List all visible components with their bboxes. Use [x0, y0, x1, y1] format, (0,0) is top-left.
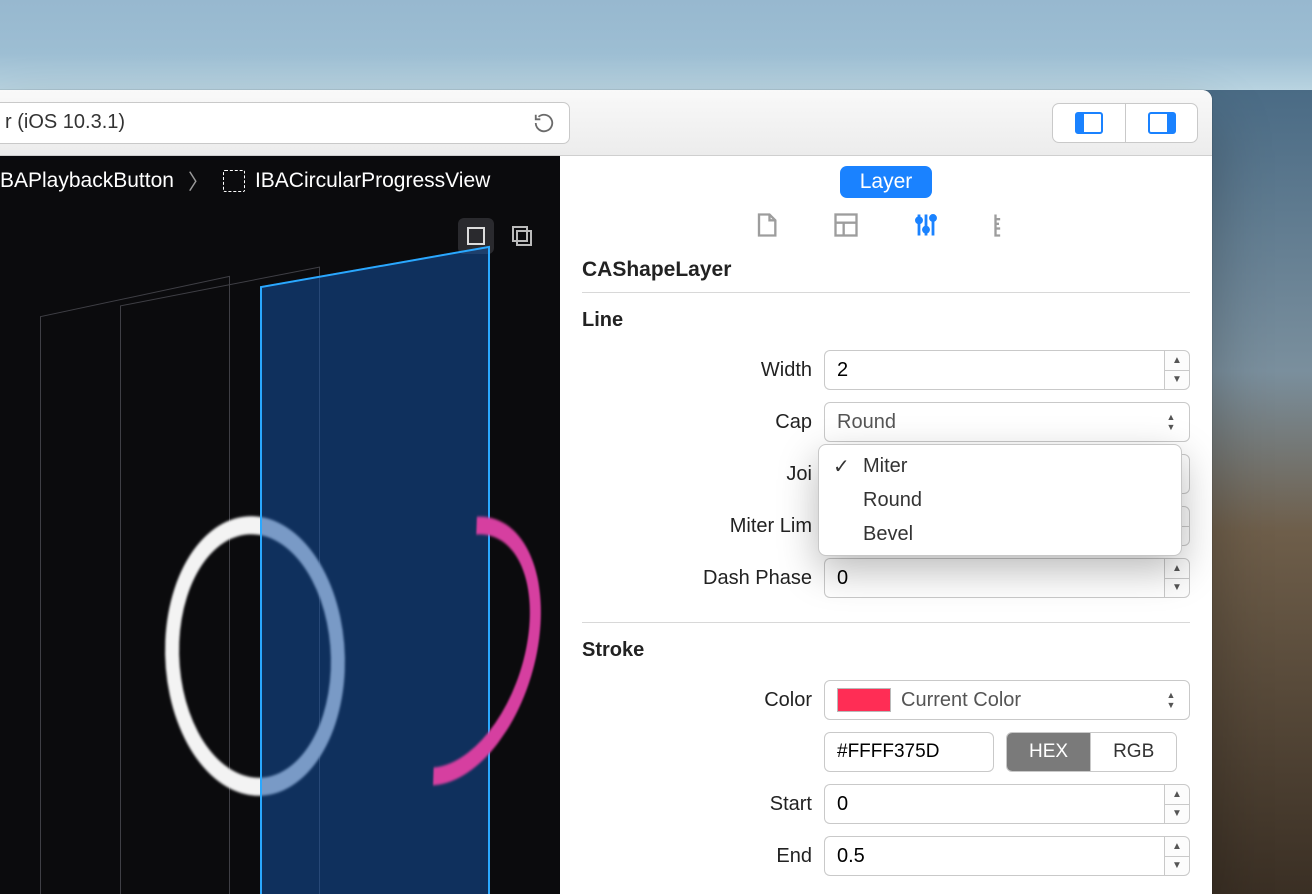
breadcrumb-label: BAPlaybackButton: [0, 169, 174, 193]
reload-icon[interactable]: [533, 112, 555, 134]
option-label: Bevel: [863, 523, 913, 546]
toolbar: r (iOS 10.3.1): [0, 90, 1212, 156]
width-stepper[interactable]: ▲▼: [1164, 350, 1190, 390]
run-destination-text: r (iOS 10.3.1): [5, 111, 125, 134]
breadcrumb-item[interactable]: BAPlaybackButton: [0, 169, 174, 193]
color-label: Color: [582, 689, 812, 712]
start-input[interactable]: [824, 784, 1164, 824]
breadcrumb: BAPlaybackButton 〉 IBACircularProgressVi…: [0, 156, 560, 206]
end-input[interactable]: [824, 836, 1164, 876]
join-option-miter[interactable]: ✓ Miter: [819, 449, 1181, 483]
join-label: Joi: [582, 463, 812, 486]
dash-phase-label: Dash Phase: [582, 567, 812, 590]
panel-toggle-group: [1052, 103, 1198, 143]
toggle-left-panel-button[interactable]: [1053, 104, 1125, 142]
stroke-heading: Stroke: [560, 637, 1212, 674]
breadcrumb-label: IBACircularProgressView: [255, 169, 490, 193]
color-name: Current Color: [901, 689, 1021, 712]
run-destination-field[interactable]: r (iOS 10.3.1): [0, 102, 570, 144]
cap-select[interactable]: Round ▲▼: [824, 402, 1190, 442]
inspector-panel: Layer CAShapeLayer Line W: [560, 156, 1212, 894]
option-label: Miter: [863, 455, 907, 478]
chevron-right-icon: 〉: [188, 166, 209, 196]
tab-file-icon[interactable]: [751, 210, 781, 240]
end-stepper[interactable]: ▲▼: [1164, 836, 1190, 876]
line-heading: Line: [560, 307, 1212, 344]
dash-stepper[interactable]: ▲▼: [1164, 558, 1190, 598]
start-stepper[interactable]: ▲▼: [1164, 784, 1190, 824]
seg-hex-button[interactable]: HEX: [1007, 733, 1090, 771]
cap-value: Round: [837, 411, 896, 434]
inspector-tabstrip: [560, 204, 1212, 254]
option-label: Round: [863, 489, 922, 512]
breadcrumb-item[interactable]: IBACircularProgressView: [223, 169, 490, 193]
tab-layout-icon[interactable]: [831, 210, 861, 240]
join-option-bevel[interactable]: Bevel: [819, 517, 1181, 551]
width-label: Width: [582, 359, 812, 382]
color-hex-input[interactable]: [824, 732, 994, 772]
color-select[interactable]: Current Color ▲▼: [824, 680, 1190, 720]
desktop-wallpaper: [1202, 90, 1312, 894]
color-format-segment: HEX RGB: [1006, 732, 1177, 772]
tab-size-icon[interactable]: [991, 210, 1021, 240]
view-mode-stack-button[interactable]: [504, 218, 540, 254]
check-icon: ✓: [833, 454, 850, 479]
dash-phase-input[interactable]: [824, 558, 1164, 598]
miter-limit-label: Miter Lim: [582, 515, 812, 538]
cap-label: Cap: [582, 411, 812, 434]
xcode-window: r (iOS 10.3.1) BAPlaybackButton 〉: [0, 90, 1212, 894]
updown-icon: ▲▼: [1161, 403, 1181, 441]
join-dropdown: ✓ Miter Round Bevel: [818, 444, 1182, 556]
join-option-round[interactable]: Round: [819, 483, 1181, 517]
class-name-heading: CAShapeLayer: [560, 254, 1212, 292]
divider: [582, 292, 1190, 293]
color-swatch: [837, 688, 891, 712]
view-debugger-canvas[interactable]: BAPlaybackButton 〉 IBACircularProgressVi…: [0, 156, 560, 894]
end-label: End: [582, 845, 812, 868]
updown-icon: ▲▼: [1161, 681, 1181, 719]
view-icon: [223, 170, 245, 192]
divider: [582, 622, 1190, 623]
view-hierarchy-stage[interactable]: [40, 266, 540, 894]
tab-attributes-icon[interactable]: [911, 210, 941, 240]
toggle-right-panel-button[interactable]: [1125, 104, 1197, 142]
inspector-scope-pill[interactable]: Layer: [840, 166, 933, 198]
seg-rgb-button[interactable]: RGB: [1090, 733, 1176, 771]
width-input[interactable]: [824, 350, 1164, 390]
start-label: Start: [582, 793, 812, 816]
